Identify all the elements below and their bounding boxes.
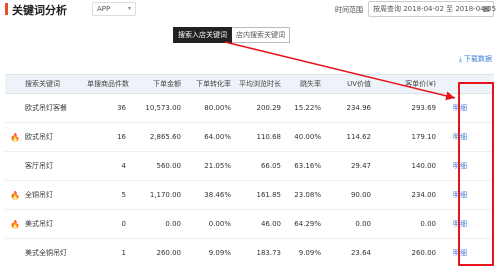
duration-cell: 110.68 xyxy=(256,133,282,141)
price-cell: 140.00 xyxy=(411,162,437,170)
table-row: 欧式吊灯客餐 36 10,573.00 80.00% 200.29 15.22% 234.9… xyxy=(5,94,494,123)
keyword-table: 搜索关键词 单搜商品件数 下单金额 下单转化率 平均浏览时长 跳失率 UV价值 … xyxy=(5,74,494,266)
date-range-picker[interactable]: 按周查询 2018-04-02 至 2018-04-05 ▦ xyxy=(368,1,497,17)
detail-column-highlight xyxy=(458,82,494,266)
uv-cell: 0.00 xyxy=(355,220,371,228)
bounce-cell: 40.00% xyxy=(294,133,321,141)
items-cell: 16 xyxy=(117,133,126,141)
calendar-icon[interactable]: ▦ xyxy=(482,2,490,16)
download-icon: ⤓ xyxy=(458,55,462,63)
price-cell: 234.00 xyxy=(411,191,437,199)
bounce-cell: 63.16% xyxy=(294,162,321,170)
amount-cell: 1,170.00 xyxy=(149,191,181,199)
amount-cell: 10,573.00 xyxy=(145,104,181,112)
conversion-cell: 38.46% xyxy=(204,191,231,199)
uv-cell: 234.96 xyxy=(346,104,372,112)
tab-in-store-keywords[interactable]: 店内搜索关键词 xyxy=(232,27,290,43)
tab-search-entry-keywords[interactable]: 搜索入店关键词 xyxy=(173,27,232,43)
bounce-cell: 9.09% xyxy=(298,249,321,257)
amount-cell: 260.00 xyxy=(156,249,182,257)
fire-icon: 🔥 xyxy=(10,190,20,200)
conversion-cell: 21.05% xyxy=(204,162,231,170)
header-bar: 关键词分析 APP ▾ 时间范围 按周查询 2018-04-02 至 2018-… xyxy=(0,0,497,18)
duration-cell: 46.00 xyxy=(260,220,281,228)
title-accent-bar xyxy=(5,3,8,15)
keyword-cell: 美式全铜吊灯 xyxy=(25,249,67,257)
price-cell: 0.00 xyxy=(420,220,436,228)
header-conversion: 下单转化率 xyxy=(196,80,231,88)
items-cell: 5 xyxy=(121,191,126,199)
keyword-cell: 全铜吊灯 xyxy=(25,191,53,199)
duration-cell: 161.85 xyxy=(256,191,282,199)
fire-icon: 🔥 xyxy=(10,219,20,229)
time-range-label: 时间范围 xyxy=(335,6,363,14)
keyword-cell: 美式吊灯 xyxy=(25,220,53,228)
keyword-cell: 欧式吊灯客餐 xyxy=(25,104,67,112)
header-items: 单搜商品件数 xyxy=(87,80,129,88)
price-cell: 260.00 xyxy=(411,249,437,257)
header-bounce: 跳失率 xyxy=(300,80,321,88)
chevron-down-icon: ▾ xyxy=(127,5,131,12)
price-cell: 293.69 xyxy=(411,104,437,112)
conversion-cell: 80.00% xyxy=(204,104,231,112)
table-body: 欧式吊灯客餐 36 10,573.00 80.00% 200.29 15.22% 234.9… xyxy=(5,94,494,266)
duration-cell: 183.73 xyxy=(256,249,282,257)
date-range-value: 按周查询 2018-04-02 至 2018-04-05 xyxy=(373,5,497,13)
table-row: 🔥 欧式吊灯 16 2,865.60 64.00% 110.68 40.00% 114.62 1… xyxy=(5,123,494,152)
header-price: 客单价(¥) xyxy=(405,80,436,88)
conversion-cell: 9.09% xyxy=(208,249,231,257)
conversion-cell: 0.00% xyxy=(208,220,231,228)
uv-cell: 114.62 xyxy=(346,133,372,141)
bounce-cell: 64.29% xyxy=(294,220,321,228)
header-duration: 平均浏览时长 xyxy=(239,80,281,88)
table-row: 美式全铜吊灯 1 260.00 9.09% 183.73 9.09% 23.64 260.00… xyxy=(5,239,494,266)
keyword-tabs: 搜索入店关键词 店内搜索关键词 xyxy=(173,27,290,43)
duration-cell: 200.29 xyxy=(256,104,282,112)
uv-cell: 23.64 xyxy=(350,249,371,257)
amount-cell: 2,865.60 xyxy=(149,133,181,141)
items-cell: 4 xyxy=(121,162,126,170)
table-row: 客厅吊灯 4 560.00 21.05% 66.05 63.16% 29.47 140.00 明… xyxy=(5,152,494,181)
keyword-cell: 欧式吊灯 xyxy=(25,133,53,141)
amount-cell: 560.00 xyxy=(156,162,182,170)
items-cell: 1 xyxy=(121,249,126,257)
page-title: 关键词分析 xyxy=(12,4,67,17)
price-cell: 179.10 xyxy=(411,133,437,141)
hot-flag: 🔥 xyxy=(5,133,25,142)
hot-flag: 🔥 xyxy=(5,191,25,200)
keyword-cell: 客厅吊灯 xyxy=(25,162,53,170)
fire-icon: 🔥 xyxy=(10,132,20,142)
download-button[interactable]: ⤓ 下载数据 xyxy=(459,54,492,64)
items-cell: 0 xyxy=(121,220,126,228)
header-amount: 下单金额 xyxy=(153,80,181,88)
header-keyword: 搜索关键词 xyxy=(25,80,60,88)
app-select-value: APP xyxy=(97,5,111,13)
uv-cell: 29.47 xyxy=(350,162,371,170)
table-row: 🔥 全铜吊灯 5 1,170.00 38.46% 161.85 23.08% 90.00 234… xyxy=(5,181,494,210)
app-select[interactable]: APP ▾ xyxy=(92,2,136,16)
table-row: 🔥 美式吊灯 0 0.00 0.00% 46.00 64.29% 0.00 0.00 明细 xyxy=(5,210,494,239)
duration-cell: 66.05 xyxy=(260,162,281,170)
items-cell: 36 xyxy=(117,104,126,112)
bounce-cell: 15.22% xyxy=(294,104,321,112)
bounce-cell: 23.08% xyxy=(294,191,321,199)
uv-cell: 90.00 xyxy=(350,191,371,199)
download-label: 下载数据 xyxy=(464,55,492,63)
conversion-cell: 64.00% xyxy=(204,133,231,141)
table-header: 搜索关键词 单搜商品件数 下单金额 下单转化率 平均浏览时长 跳失率 UV价值 … xyxy=(5,74,494,94)
amount-cell: 0.00 xyxy=(165,220,181,228)
header-uv: UV价值 xyxy=(347,80,371,88)
hot-flag: 🔥 xyxy=(5,220,25,229)
